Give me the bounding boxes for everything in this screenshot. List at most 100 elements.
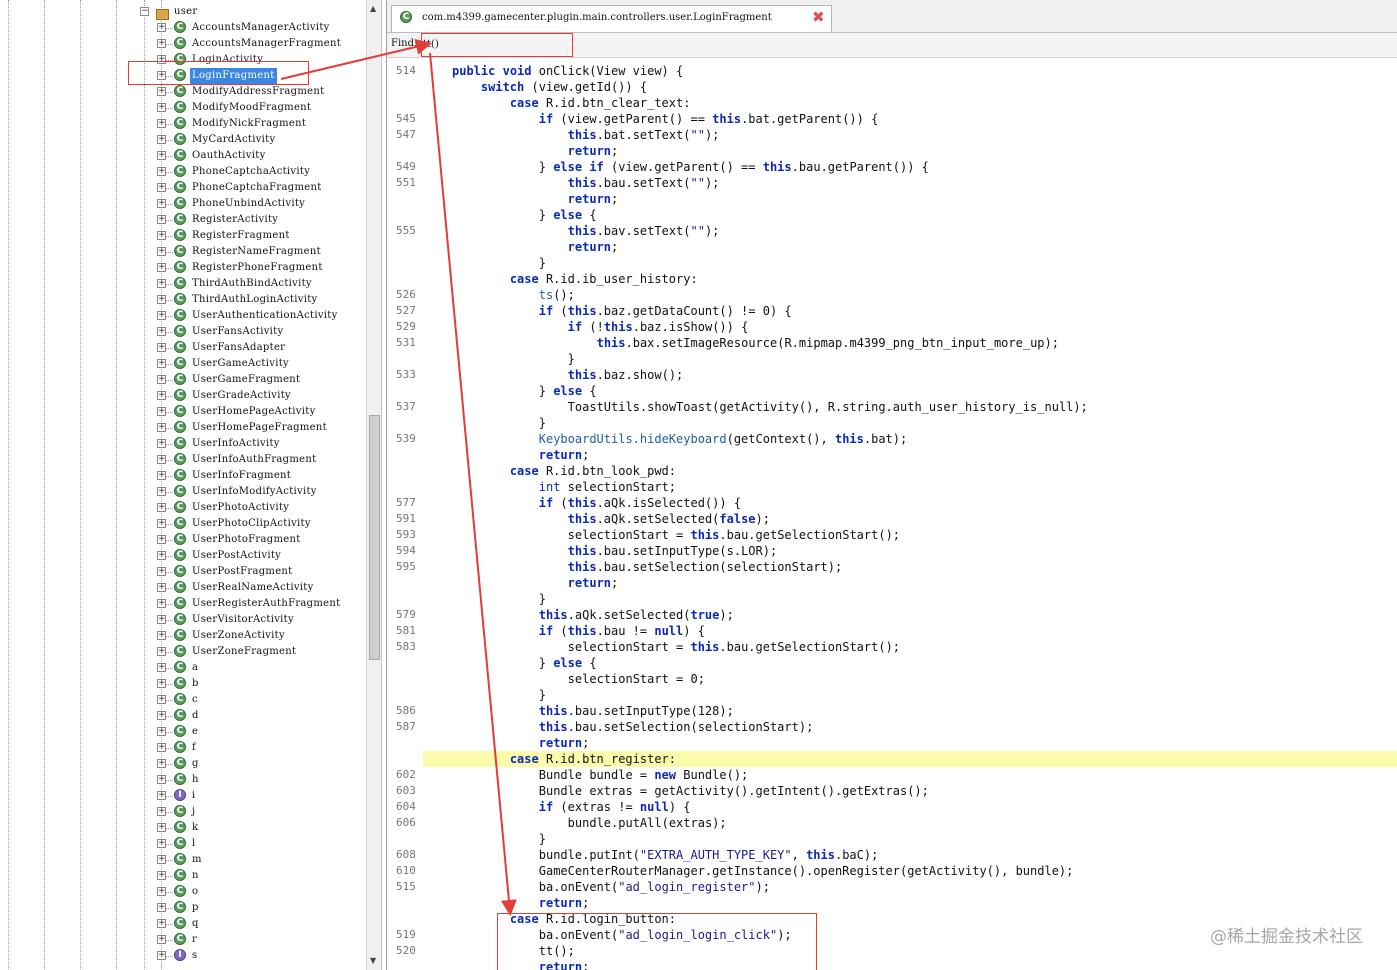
tree-node[interactable]: + C UserRealNameActivity (0, 580, 366, 596)
scrollbar-thumb[interactable] (369, 415, 380, 660)
expand-icon[interactable]: + (157, 759, 166, 768)
expand-icon[interactable]: + (157, 775, 166, 784)
tree-node[interactable]: + Cg (0, 756, 366, 772)
close-icon[interactable]: ✖ (812, 8, 825, 26)
tree-node[interactable]: + C UserInfoActivity (0, 436, 366, 452)
tree-node[interactable]: + C PhoneCaptchaActivity (0, 164, 366, 180)
expand-icon[interactable]: + (157, 743, 166, 752)
expand-icon[interactable]: + (157, 231, 166, 240)
expand-icon[interactable]: + (157, 455, 166, 464)
tree-node[interactable]: + Cc (0, 692, 366, 708)
tree-node[interactable]: + Is (0, 948, 366, 964)
scroll-down-icon[interactable]: ▼ (370, 956, 376, 965)
expand-icon[interactable]: + (157, 135, 166, 144)
expand-icon[interactable]: + (157, 183, 166, 192)
expand-icon[interactable]: + (157, 87, 166, 96)
tree-node[interactable]: + C RegisterNameFragment (0, 244, 366, 260)
tree-node[interactable]: + C ThirdAuthLoginActivity (0, 292, 366, 308)
tree-node[interactable]: + C ModifyNickFragment (0, 116, 366, 132)
tree-node[interactable]: + C ThirdAuthBindActivity (0, 276, 366, 292)
expand-icon[interactable]: + (157, 839, 166, 848)
tree-node[interactable]: + C OauthActivity (0, 148, 366, 164)
expand-icon[interactable]: + (157, 807, 166, 816)
code-view[interactable]: 514 public void onClick(View view) {switc… (387, 58, 1397, 970)
expand-icon[interactable]: + (157, 471, 166, 480)
expand-icon[interactable]: + (157, 39, 166, 48)
expand-icon[interactable]: + (157, 199, 166, 208)
tree-node[interactable]: + Co (0, 884, 366, 900)
tree-node[interactable]: + Ce (0, 724, 366, 740)
tree-node[interactable]: + C UserPostFragment (0, 564, 366, 580)
tree-node[interactable]: + C UserZoneActivity (0, 628, 366, 644)
expand-icon[interactable]: + (157, 631, 166, 640)
expand-icon[interactable]: + (157, 391, 166, 400)
expand-icon[interactable]: + (157, 647, 166, 656)
collapse-icon[interactable]: − (140, 7, 149, 16)
tree-node[interactable]: + Cl (0, 836, 366, 852)
expand-icon[interactable]: + (157, 535, 166, 544)
tree-node[interactable]: + C AccountsManagerFragment (0, 36, 366, 52)
expand-icon[interactable]: + (157, 679, 166, 688)
expand-icon[interactable]: + (157, 951, 166, 960)
expand-icon[interactable]: + (157, 423, 166, 432)
tree-node[interactable]: + C UserZoneFragment (0, 644, 366, 660)
tree-node[interactable]: + Cj (0, 804, 366, 820)
tree-node[interactable]: + C MyCardActivity (0, 132, 366, 148)
expand-icon[interactable]: + (157, 263, 166, 272)
tree-node[interactable]: + C UserInfoFragment (0, 468, 366, 484)
tree-node[interactable]: + C PhoneUnbindActivity (0, 196, 366, 212)
tree-node[interactable]: + C PhoneCaptchaFragment (0, 180, 366, 196)
expand-icon[interactable]: + (157, 279, 166, 288)
expand-icon[interactable]: + (157, 151, 166, 160)
expand-icon[interactable]: + (157, 343, 166, 352)
tree-node[interactable]: + C UserHomePageActivity (0, 404, 366, 420)
expand-icon[interactable]: + (157, 375, 166, 384)
expand-icon[interactable]: + (157, 823, 166, 832)
tree-node[interactable]: + C UserGradeActivity (0, 388, 366, 404)
tree-node[interactable]: + Cq (0, 916, 366, 932)
tree-node[interactable]: + Cr (0, 932, 366, 948)
expand-icon[interactable]: + (157, 23, 166, 32)
tree-node[interactable]: + C UserFansAdapter (0, 340, 366, 356)
tree-node[interactable]: + C UserRegisterAuthFragment (0, 596, 366, 612)
expand-icon[interactable]: + (157, 295, 166, 304)
expand-icon[interactable]: + (157, 583, 166, 592)
tree-node[interactable]: + Ca (0, 660, 366, 676)
tree-node[interactable]: + C AccountsManagerActivity (0, 20, 366, 36)
expand-icon[interactable]: + (157, 167, 166, 176)
tree-node[interactable]: + C ModifyAddressFragment (0, 84, 366, 100)
expand-icon[interactable]: + (157, 871, 166, 880)
tree-node[interactable]: + C UserVisitorActivity (0, 612, 366, 628)
scroll-up-icon[interactable]: ▲ (370, 4, 376, 13)
expand-icon[interactable]: + (157, 695, 166, 704)
tree-node[interactable]: + C RegisterFragment (0, 228, 366, 244)
expand-icon[interactable]: + (157, 327, 166, 336)
expand-icon[interactable]: + (157, 599, 166, 608)
tree-node[interactable]: + Cd (0, 708, 366, 724)
expand-icon[interactable]: + (157, 615, 166, 624)
expand-icon[interactable]: + (157, 503, 166, 512)
tree-node[interactable]: + Ch (0, 772, 366, 788)
tree-node[interactable]: + Cm (0, 852, 366, 868)
editor-tab[interactable]: C com.m4399.gamecenter.plugin.main.contr… (391, 5, 832, 32)
expand-icon[interactable]: + (157, 551, 166, 560)
tree-node[interactable]: + C UserHomePageFragment (0, 420, 366, 436)
tree-node[interactable]: + C UserGameFragment (0, 372, 366, 388)
tree-node[interactable]: + Cp (0, 900, 366, 916)
tree-node[interactable]: + C UserPhotoActivity (0, 500, 366, 516)
expand-icon[interactable]: + (157, 359, 166, 368)
expand-icon[interactable]: + (157, 791, 166, 800)
expand-icon[interactable]: + (157, 935, 166, 944)
tree-node[interactable]: + C UserInfoModifyActivity (0, 484, 366, 500)
tree-node[interactable]: + Cf (0, 740, 366, 756)
tree-node[interactable]: + Cn (0, 868, 366, 884)
tree-node[interactable]: + C ModifyMoodFragment (0, 100, 366, 116)
tree-node[interactable]: + Ii (0, 788, 366, 804)
tree-scrollbar[interactable]: ▲ ▼ (366, 0, 382, 970)
expand-icon[interactable]: + (157, 887, 166, 896)
expand-icon[interactable]: + (157, 407, 166, 416)
tree-node[interactable]: + C UserPhotoClipActivity (0, 516, 366, 532)
tree-node[interactable]: + Ck (0, 820, 366, 836)
tree-node[interactable]: + C UserGameActivity (0, 356, 366, 372)
expand-icon[interactable]: + (157, 663, 166, 672)
